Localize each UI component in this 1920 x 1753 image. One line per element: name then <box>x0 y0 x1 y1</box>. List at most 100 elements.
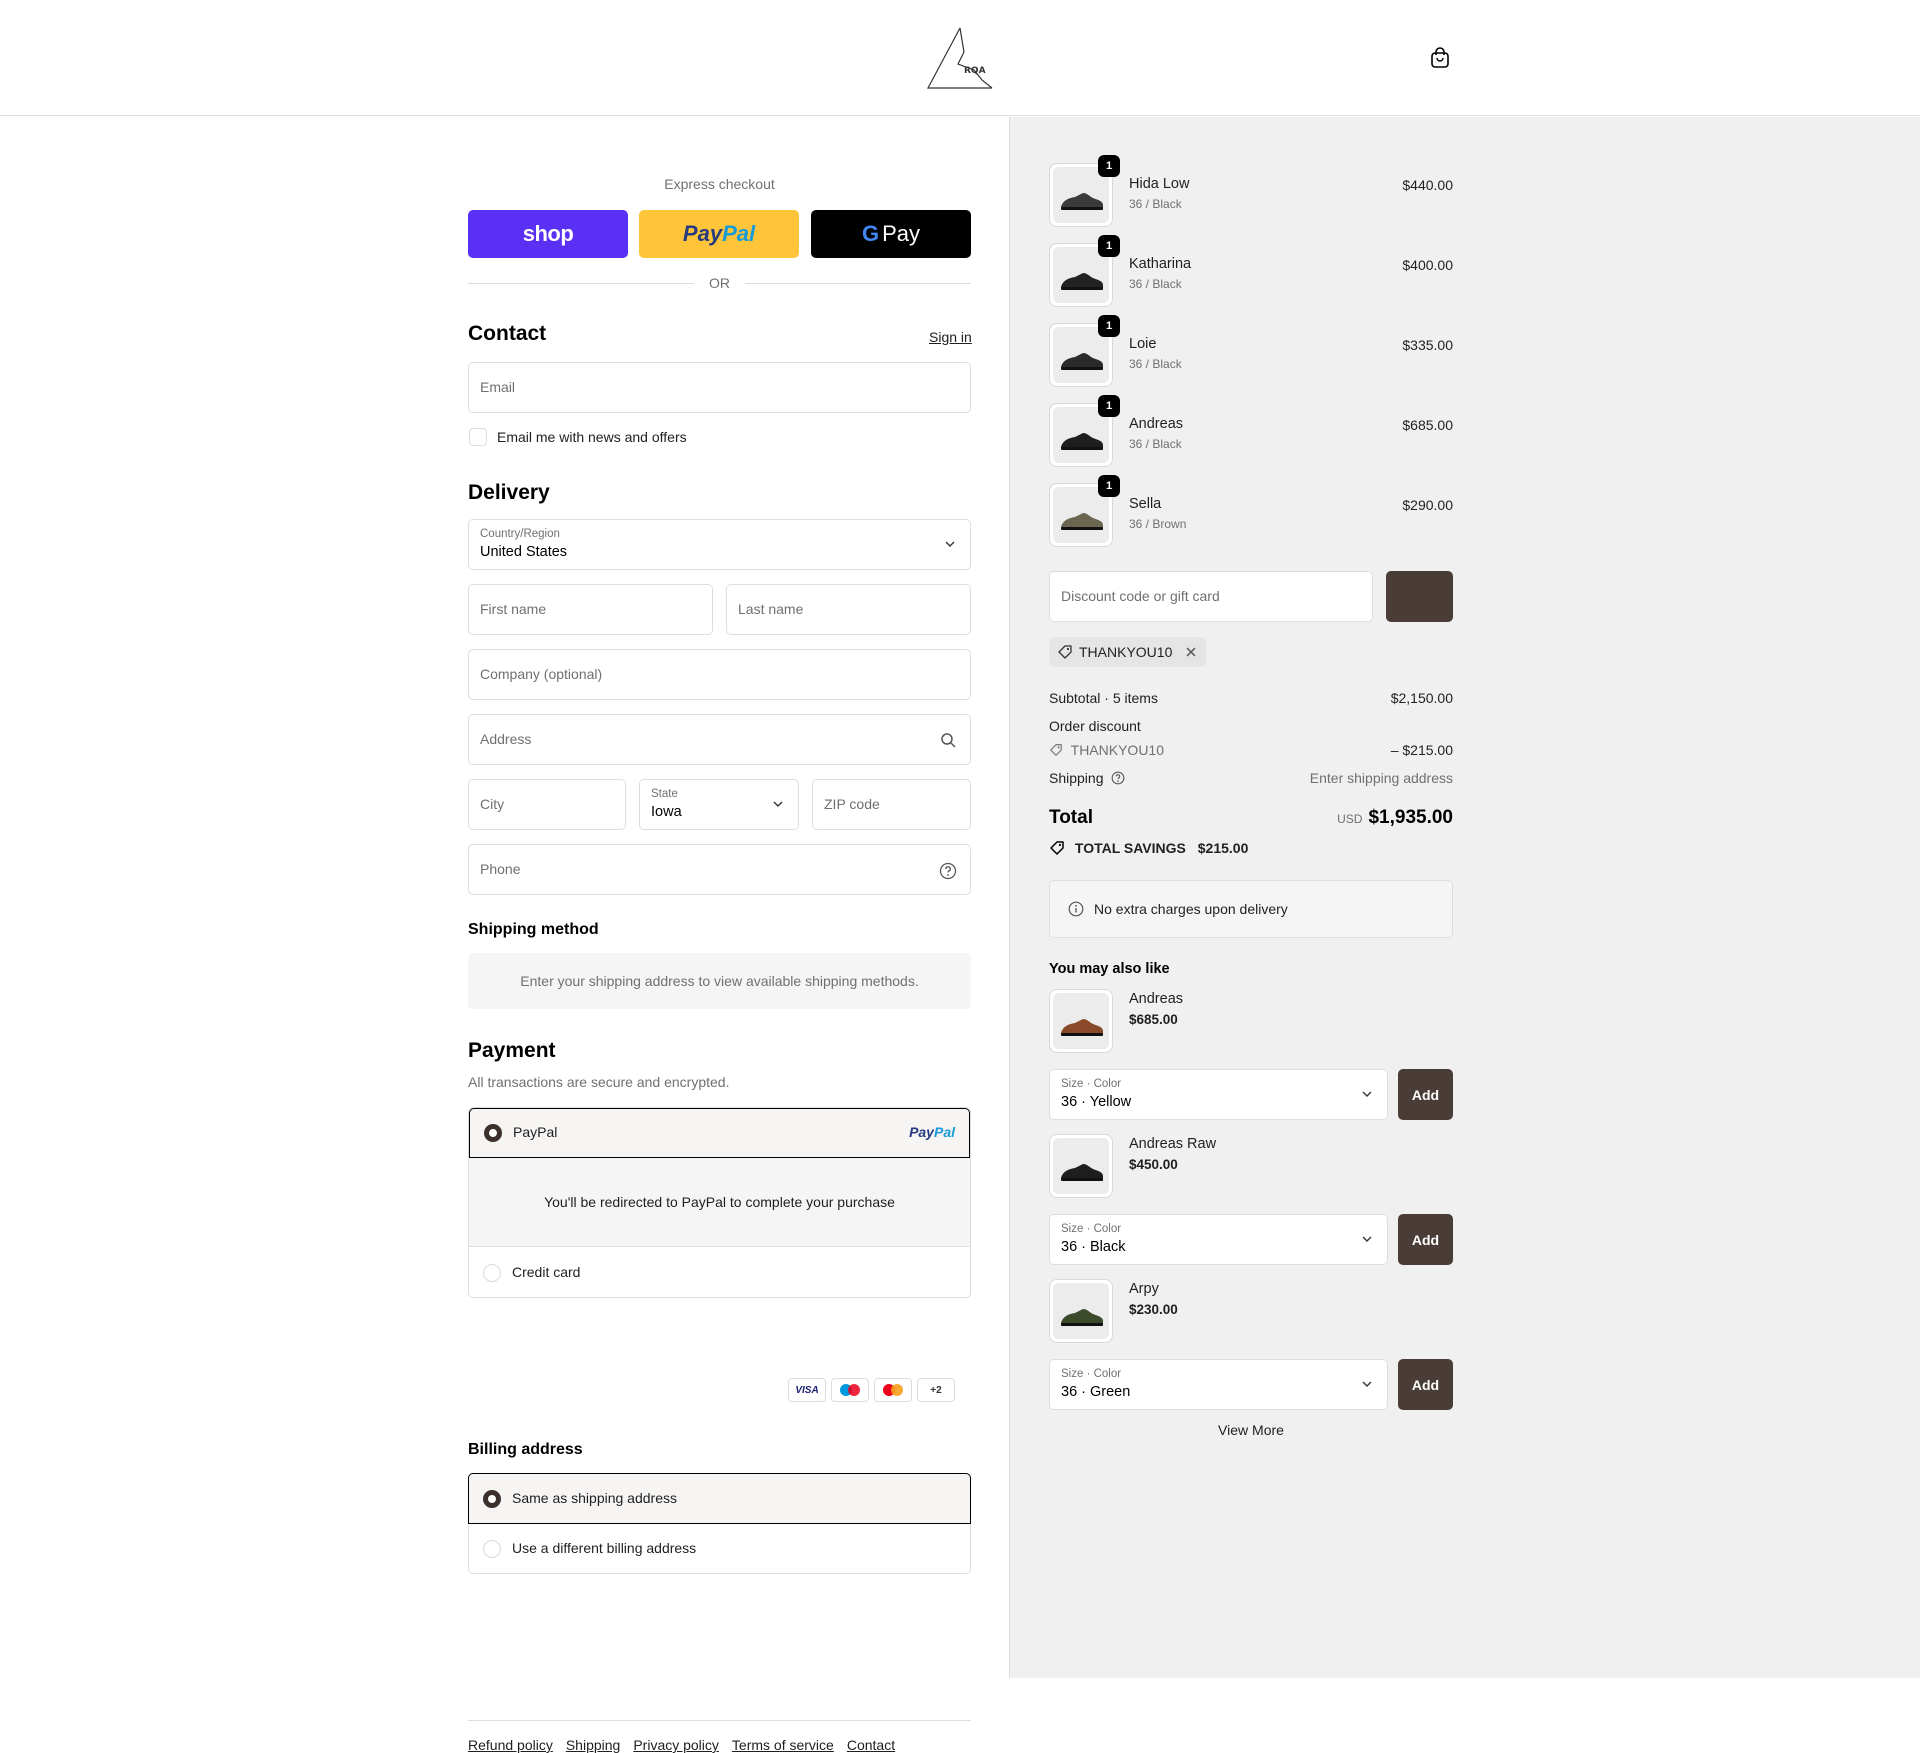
currency-code: USD <box>1337 812 1363 826</box>
chevron-down-icon <box>1362 1381 1372 1387</box>
order-summary: 1 Hida Low 36 / Black $440.00 1 Katharina 36 /… <box>1009 117 1920 1678</box>
item-name: Katharina <box>1129 256 1192 272</box>
delivery-heading: Delivery <box>468 481 550 504</box>
last-name-placeholder: Last name <box>738 601 804 617</box>
payment-option-paypal[interactable]: PayPal PayPal <box>469 1108 970 1158</box>
discount-code-row: THANKYOU10 – $215.00 <box>1049 742 1453 758</box>
address-field[interactable]: Address <box>468 714 971 765</box>
last-name-field[interactable]: Last name <box>726 584 971 635</box>
email-field[interactable]: Email <box>468 362 971 413</box>
billing-option-same[interactable]: Same as shipping address <box>468 1473 971 1524</box>
checkout-form: Express checkout shop PayPal G Pay OR Co… <box>0 117 1009 1753</box>
delivery-info-message: No extra charges upon delivery <box>1094 901 1288 917</box>
shopping-bag-icon[interactable] <box>1428 46 1452 70</box>
payment-heading: Payment <box>468 1039 556 1062</box>
shipping-method-heading: Shipping method <box>468 921 599 938</box>
add-to-cart-button[interactable]: Add <box>1398 1359 1453 1410</box>
discount-input[interactable]: Discount code or gift card <box>1049 571 1373 622</box>
help-icon[interactable] <box>939 862 957 880</box>
credit-card-radio[interactable] <box>483 1264 501 1282</box>
payment-option-credit-card[interactable]: Credit card <box>469 1247 970 1297</box>
item-variant: 36 / Black <box>1129 197 1182 211</box>
visa-icon: VISA <box>788 1378 826 1402</box>
billing-option-different[interactable]: Use a different billing address <box>469 1524 970 1574</box>
quantity-badge: 1 <box>1098 475 1120 497</box>
cart-item: 1 Andreas 36 / Black $685.00 <box>1049 395 1453 469</box>
refund-policy-link[interactable]: Refund policy <box>468 1737 553 1753</box>
total-row: Total USD $1,935.00 <box>1049 807 1453 829</box>
help-icon[interactable] <box>1111 771 1125 785</box>
recommended-price: $685.00 <box>1129 1012 1178 1027</box>
item-name: Hida Low <box>1129 176 1190 192</box>
phone-field[interactable]: Phone <box>468 844 971 895</box>
view-more-link[interactable]: View More <box>1049 1422 1453 1438</box>
credit-card-label: Credit card <box>512 1264 581 1280</box>
phone-placeholder: Phone <box>480 861 521 877</box>
google-pay-button[interactable]: G Pay <box>811 210 971 258</box>
google-pay-label: Pay <box>882 221 921 246</box>
quantity-badge: 1 <box>1098 235 1120 257</box>
discount-value: – $215.00 <box>1390 742 1453 758</box>
address-placeholder: Address <box>480 731 532 747</box>
shipping-method-placeholder: Enter your shipping address to view avai… <box>468 953 971 1009</box>
size-color-select[interactable]: Size · Color 36 · Yellow <box>1049 1069 1388 1120</box>
maestro-icon <box>831 1378 869 1402</box>
header: RQA <box>0 0 1920 116</box>
sign-in-link[interactable]: Sign in <box>929 329 972 345</box>
add-to-cart-button[interactable]: Add <box>1398 1214 1453 1265</box>
close-icon[interactable] <box>1184 645 1198 659</box>
terms-of-service-link[interactable]: Terms of service <box>732 1737 834 1753</box>
contact-link[interactable]: Contact <box>847 1737 895 1753</box>
product-thumbnail: 1 <box>1049 315 1120 387</box>
privacy-policy-link[interactable]: Privacy policy <box>633 1737 719 1753</box>
delivery-info-box: No extra charges upon delivery <box>1049 880 1453 938</box>
recommended-price: $230.00 <box>1129 1302 1178 1317</box>
billing-different-radio[interactable] <box>483 1540 501 1558</box>
applied-discount-chip: THANKYOU10 <box>1049 637 1207 667</box>
size-color-value: 36 · Black <box>1061 1239 1126 1255</box>
subtotal-row: Subtotal · 5 items $2,150.00 <box>1049 690 1453 706</box>
country-select[interactable]: Country/Region United States <box>468 519 971 570</box>
more-cards-badge: +2 <box>917 1378 955 1402</box>
item-variant: 36 / Brown <box>1129 517 1187 531</box>
product-thumbnail: 1 <box>1049 475 1120 547</box>
apply-discount-button[interactable] <box>1386 571 1453 622</box>
zip-field[interactable]: ZIP code <box>812 779 971 830</box>
product-thumbnail <box>1049 1279 1113 1343</box>
order-discount-row: Order discount <box>1049 718 1453 734</box>
chevron-down-icon <box>1362 1236 1372 1242</box>
state-select[interactable]: State Iowa <box>639 779 799 830</box>
size-color-select[interactable]: Size · Color 36 · Green <box>1049 1359 1388 1410</box>
item-price: $440.00 <box>1402 177 1453 193</box>
zip-placeholder: ZIP code <box>824 796 880 812</box>
add-to-cart-button[interactable]: Add <box>1398 1069 1453 1120</box>
recommended-name: Arpy <box>1129 1281 1159 1297</box>
news-checkbox[interactable] <box>469 428 487 446</box>
shoe-image <box>1053 1138 1109 1194</box>
shipping-link[interactable]: Shipping <box>566 1737 621 1753</box>
size-color-select[interactable]: Size · Color 36 · Black <box>1049 1214 1388 1265</box>
subtotal-label: Subtotal · 5 items <box>1049 690 1158 706</box>
recommended-product: Arpy $230.00 Size · Color 36 · Green Add <box>1049 1279 1453 1414</box>
total-savings-row: TOTAL SAVINGS $215.00 <box>1049 840 1453 856</box>
total-label: Total <box>1049 807 1093 828</box>
express-checkout-title: Express checkout <box>664 176 775 192</box>
shoe-image <box>1053 1283 1109 1339</box>
state-label: State <box>651 788 678 800</box>
paypal-redirect-message: You'll be redirected to PayPal to comple… <box>544 1194 895 1210</box>
chevron-down-icon <box>945 541 955 547</box>
paypal-express-button[interactable]: PayPal <box>639 210 799 258</box>
tag-icon <box>1050 744 1062 756</box>
paypal-radio[interactable] <box>484 1124 502 1142</box>
company-field[interactable]: Company (optional) <box>468 649 971 700</box>
contact-heading: Contact <box>468 322 547 345</box>
city-field[interactable]: City <box>468 779 626 830</box>
billing-same-radio[interactable] <box>483 1490 501 1508</box>
shop-pay-button[interactable]: shop <box>468 210 628 258</box>
paypal-logo: PayPal <box>682 221 756 246</box>
first-name-field[interactable]: First name <box>468 584 713 635</box>
billing-same-label: Same as shipping address <box>512 1490 677 1506</box>
brand-logo[interactable]: RQA <box>924 24 996 90</box>
recommended-product: Andreas $685.00 Size · Color 36 · Yellow Add <box>1049 989 1453 1124</box>
shipping-method-message: Enter your shipping address to view avai… <box>520 973 919 989</box>
